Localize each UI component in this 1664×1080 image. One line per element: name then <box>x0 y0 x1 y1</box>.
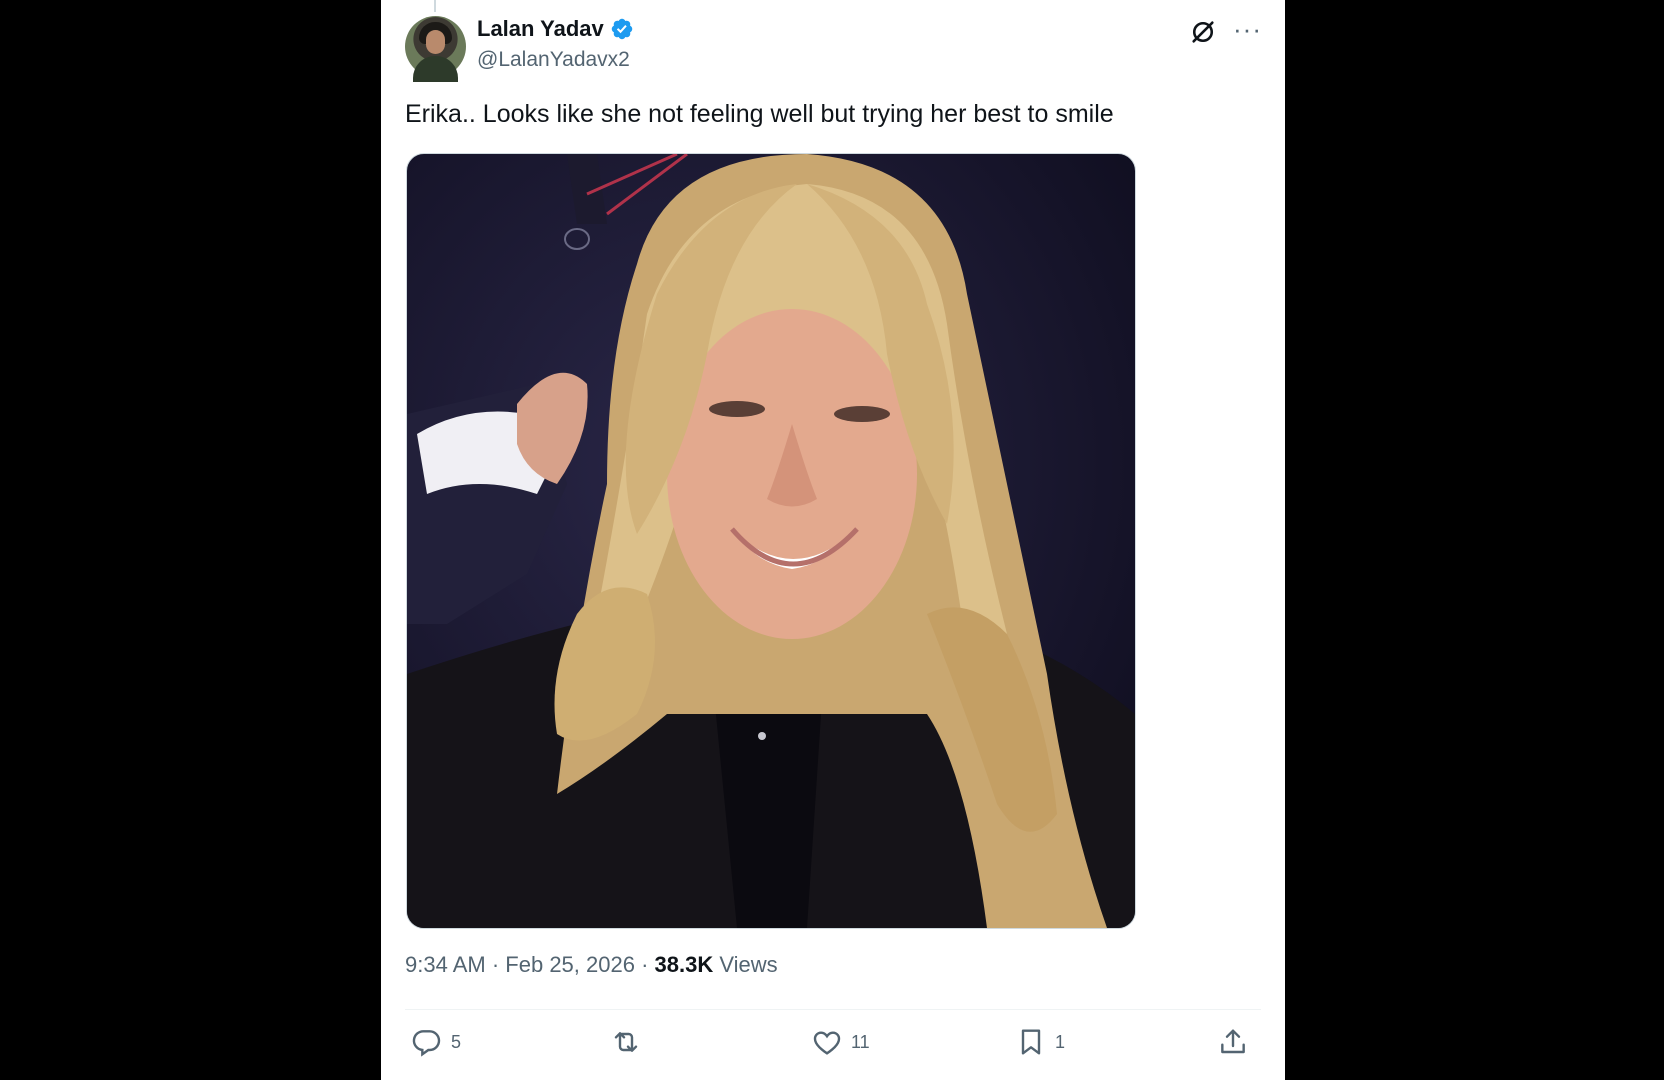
grok-icon[interactable] <box>1189 18 1217 46</box>
photo-woman-smiling <box>407 154 1135 928</box>
tweet-card: Lalan Yadav @LalanYadavx2 ··· Erika.. Lo… <box>381 0 1285 1080</box>
reply-button[interactable]: 5 <box>411 1026 461 1058</box>
tweet-text: Erika.. Looks like she not feeling well … <box>405 100 1114 128</box>
like-count: 11 <box>851 1031 870 1052</box>
tweet-time[interactable]: 9:34 AM <box>405 952 486 977</box>
tweet-actions: 5 11 1 <box>405 1026 1261 1070</box>
bookmark-button[interactable]: 1 <box>1015 1026 1065 1058</box>
like-button[interactable]: 11 <box>811 1026 870 1058</box>
share-icon <box>1221 1029 1245 1054</box>
bookmark-count: 1 <box>1055 1031 1066 1052</box>
author-handle[interactable]: @LalanYadavx2 <box>477 48 630 72</box>
author-name-row: Lalan Yadav <box>477 16 634 42</box>
author-display-name[interactable]: Lalan Yadav <box>477 16 604 42</box>
tweet-meta: 9:34 AM · Feb 25, 2026 · 38.3K Views <box>405 952 778 978</box>
tweet-media-image[interactable] <box>406 153 1136 929</box>
views-count[interactable]: 38.3K <box>655 952 714 977</box>
more-icon[interactable]: ··· <box>1233 14 1262 45</box>
divider <box>405 1009 1261 1010</box>
meta-separator-2: · <box>641 952 649 977</box>
views-label: Views <box>719 952 778 977</box>
reply-count: 5 <box>451 1031 462 1052</box>
repost-button[interactable] <box>610 1026 650 1058</box>
avatar-body <box>413 56 458 82</box>
like-icon <box>813 1031 841 1055</box>
share-button[interactable] <box>1217 1026 1249 1058</box>
avatar[interactable] <box>405 16 466 82</box>
bookmark-icon <box>1021 1029 1041 1055</box>
tweet-date[interactable]: Feb 25, 2026 <box>505 952 635 977</box>
reply-icon <box>412 1030 441 1057</box>
verified-badge-icon <box>611 18 633 40</box>
avatar-face <box>426 30 445 54</box>
thread-line <box>434 0 436 12</box>
meta-separator: · <box>491 952 500 977</box>
repost-icon <box>614 1032 638 1052</box>
